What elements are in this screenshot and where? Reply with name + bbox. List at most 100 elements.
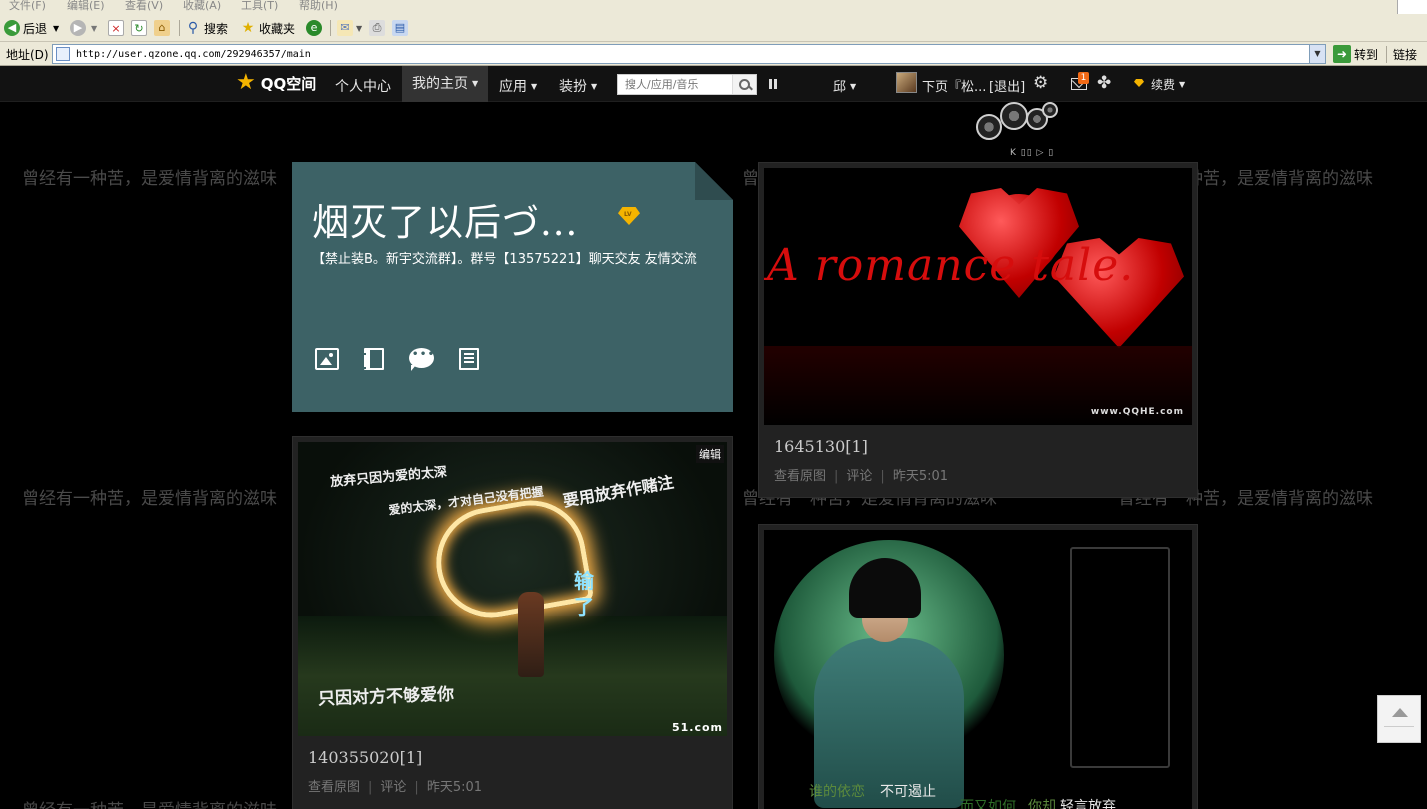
back-label: 后退 (23, 21, 48, 36)
edit-button[interactable]: 编辑 (696, 445, 724, 463)
stop-button[interactable]: × (108, 19, 127, 37)
profile-description: 【禁止装B。新宇交流群】。群号【13575221】聊天交友 友情交流 (312, 252, 697, 267)
view-original-link[interactable]: 查看原图 (308, 780, 360, 795)
chevron-down-icon: ▼ (850, 82, 857, 91)
media-button[interactable]: e (306, 19, 325, 37)
toolbar-divider (179, 20, 180, 36)
view-original-link[interactable]: 查看原图 (774, 469, 826, 484)
menu-tools[interactable]: 工具(T) (241, 0, 278, 13)
mail-dropdown-icon[interactable]: ▼ (356, 24, 362, 33)
search-icon[interactable] (732, 75, 756, 94)
feed-id: 1645130[1] (774, 437, 868, 456)
back-dropdown-icon[interactable]: ▼ (53, 24, 59, 33)
print-button[interactable]: ⎙ (369, 19, 388, 37)
links-button[interactable]: 链接 (1386, 46, 1417, 63)
qzone-navbar: ★ QQ空间 个人中心 我的主页▼ 应用▼ 装扮▼ 邱▼ 下页『松... [退出… (0, 66, 1427, 102)
feed-image[interactable]: A romance tale. www.QQHE.com (764, 168, 1192, 425)
refresh-button[interactable]: ↻ (131, 19, 150, 37)
image-text: 谁的依恋 (809, 784, 865, 800)
feed-image[interactable]: 放弃只因为爱的太深 爱的太深，才对自己没有把握 要用放弃作赌注 输了 只因对方不… (298, 442, 727, 736)
flower-icon (1000, 102, 1028, 130)
image-person (518, 592, 544, 677)
vip-diamond-icon[interactable]: LV (618, 207, 640, 225)
image-text: 要用放弃作赌注 (561, 472, 676, 511)
feed-image[interactable]: 谁的依恋 不可遏止 而又如何 你却 轻言放弃 (764, 530, 1192, 809)
go-arrow-icon: ➜ (1333, 45, 1351, 63)
image-text: A romance tale. (767, 240, 1135, 291)
go-button[interactable]: ➜ 转到 (1333, 45, 1378, 63)
logout-link[interactable]: [退出] (989, 76, 1025, 95)
music-controls[interactable]: K ▯▯ ▷ ▯ (1010, 148, 1054, 158)
url-field[interactable]: http://user.qzone.qq.com/292946357/main … (52, 44, 1326, 64)
profile-card: 烟灭了以后づ... LV 【禁止装B。新宇交流群】。群号【13575221】聊天… (292, 162, 733, 412)
edit-page-button[interactable]: ▤ (392, 19, 411, 37)
search-input[interactable] (618, 75, 730, 94)
notification-badge: 1 (1078, 72, 1089, 84)
gear-icon[interactable]: ⚙ (1033, 74, 1048, 92)
mail-button[interactable]: ✉ ▼ (337, 19, 362, 37)
diamond-icon (1134, 79, 1144, 87)
nav-decorate[interactable]: 装扮 ▼ (559, 76, 597, 96)
menu-edit[interactable]: 编辑(E) (67, 0, 105, 13)
menu-help[interactable]: 帮助(H) (299, 0, 338, 13)
qzone-star-icon: ★ (236, 70, 256, 95)
scroll-to-top-button[interactable] (1377, 695, 1421, 743)
image-text: 放弃只因为爱的太深 (329, 464, 448, 491)
nav-apps-label: 应用 (499, 79, 527, 95)
qzone-logo[interactable]: ★ QQ空间 (236, 72, 316, 94)
menu-view[interactable]: 查看(V) (125, 0, 163, 13)
bg-text: 曾经有一种苦，是爱情背离的滋味 (22, 489, 277, 509)
journal-icon[interactable] (362, 348, 384, 370)
nav-search-box (617, 74, 757, 95)
url-dropdown-icon[interactable]: ▼ (1309, 45, 1325, 63)
back-button[interactable]: ◀ 后退 ▼ (4, 19, 59, 37)
address-bar: 地址(D) http://user.qzone.qq.com/292946357… (0, 42, 1427, 66)
qzone-page: 曾经有一种苦，是爱情背离的滋味 曾经有一种苦，是爱情背离的滋味 曾经有一种苦，是… (0, 66, 1427, 809)
renew-label: 续费 (1151, 78, 1176, 92)
nav-my-homepage[interactable]: 我的主页 ▼ (402, 66, 489, 102)
nav-decorate-label: 装扮 (559, 79, 587, 95)
logo-text: QQ空间 (260, 74, 317, 93)
music-pause-icon[interactable] (769, 79, 777, 89)
forward-button[interactable]: ▶ ▼ (70, 19, 97, 37)
user-short-name: 邱 (833, 80, 847, 95)
nav-personal-center[interactable]: 个人中心 (335, 76, 391, 96)
feed-meta: 查看原图 | 评论 | 昨天5:01 (774, 465, 948, 484)
search-button[interactable]: ⚲ 搜索 (185, 19, 228, 37)
printer-icon: ⎙ (369, 20, 385, 36)
menu-file[interactable]: 文件(F) (9, 0, 46, 13)
forward-dropdown-icon[interactable]: ▼ (91, 24, 97, 33)
renew-link[interactable]: 续费 ▼ (1151, 76, 1185, 93)
comment-link[interactable]: 评论 (846, 469, 872, 484)
photo-icon[interactable] (315, 348, 339, 370)
nav-my-homepage-label: 我的主页 (412, 76, 468, 92)
message-board-icon[interactable] (459, 348, 479, 370)
menu-favorites[interactable]: 收藏(A) (183, 0, 221, 13)
refresh-icon: ↻ (131, 20, 147, 36)
feed-card: A romance tale. www.QQHE.com 1645130[1] … (758, 162, 1198, 498)
divider: | (414, 780, 419, 795)
avatar[interactable] (896, 72, 917, 93)
home-button[interactable]: ⌂ (154, 19, 173, 37)
user-switch[interactable]: 邱 ▼ (833, 76, 856, 95)
stop-icon: × (108, 20, 124, 36)
comment-link[interactable]: 评论 (380, 780, 406, 795)
browser-toolbar: ◀ 后退 ▼ ▶ ▼ × ↻ ⌂ ⚲ 搜索 ★ 收藏夹 e ✉ ▼ ⎙ ▤ (0, 14, 1427, 42)
music-player-decoration[interactable]: K ▯▯ ▷ ▯ (972, 100, 1064, 158)
image-text: 轻言放弃 (1060, 799, 1116, 809)
nav-apps[interactable]: 应用 ▼ (499, 76, 537, 96)
user-name[interactable]: 下页『松... (922, 76, 986, 95)
page-icon (56, 47, 70, 61)
feed-card: 谁的依恋 不可遏止 而又如何 你却 轻言放弃 (758, 524, 1198, 809)
favorites-button[interactable]: ★ 收藏夹 (240, 19, 295, 37)
back-arrow-icon: ◀ (4, 20, 20, 36)
chat-icon[interactable] (409, 348, 434, 371)
media-icon: e (306, 20, 322, 36)
divider: | (834, 469, 839, 484)
timestamp: 昨天5:01 (892, 469, 949, 484)
toolbar-divider (330, 20, 331, 36)
forward-arrow-icon: ▶ (70, 20, 86, 36)
clover-icon[interactable]: ✤ (1097, 74, 1111, 92)
vip-badge-text: LV (624, 211, 632, 218)
divider: | (368, 780, 373, 795)
